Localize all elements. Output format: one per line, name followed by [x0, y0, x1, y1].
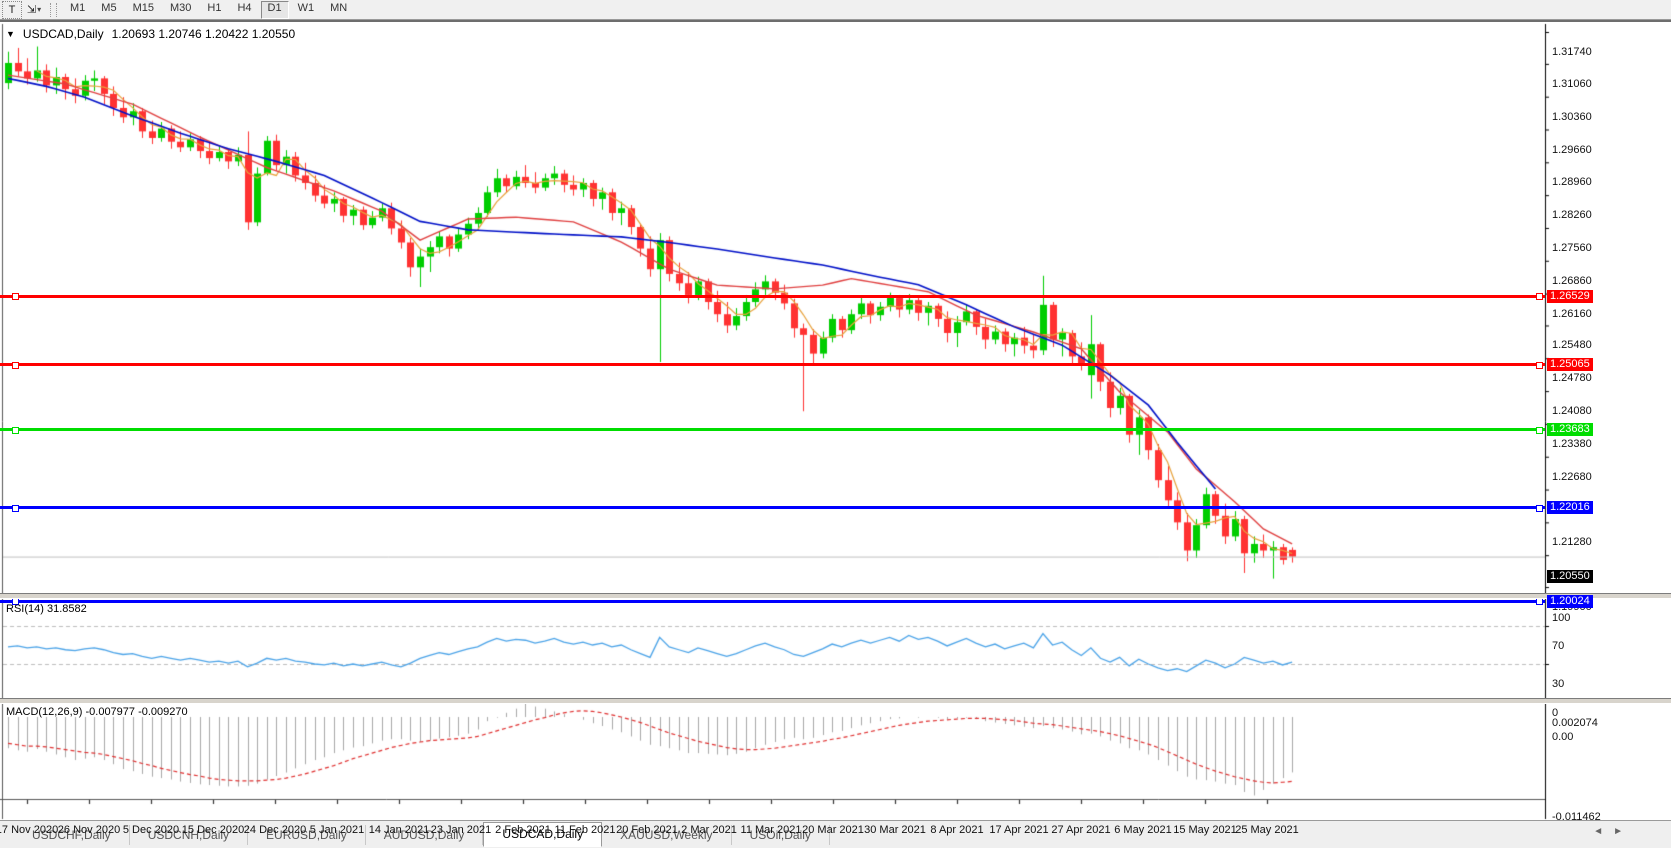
line-handle-left[interactable] — [12, 426, 19, 434]
scroll-right-icon[interactable]: ► — [1613, 826, 1633, 837]
macd-values: -0.007977 -0.009270 — [85, 706, 188, 718]
date-label: 30 Mar 2021 — [864, 824, 926, 836]
macd-label: MACD(12,26,9) -0.007977 -0.009270 — [6, 706, 188, 718]
macd-pane-divider[interactable] — [0, 698, 1671, 704]
chart-title: ▼ USDCAD,Daily 1.20693 1.20746 1.20422 1… — [6, 27, 295, 41]
horizontal-line-1.25065[interactable] — [0, 363, 1545, 367]
date-label: 20 Mar 2021 — [802, 824, 864, 836]
rsi-value: 31.8582 — [46, 603, 87, 615]
price-line-badge: 1.22016 — [1547, 501, 1593, 515]
symbol-dropdown-arrow-icon[interactable]: ▼ — [6, 29, 15, 39]
date-label: 20 Feb 2021 — [616, 824, 678, 836]
price-tick-label: 1.27560 — [1552, 241, 1592, 254]
ohlc-values: 1.20693 1.20746 1.20422 1.20550 — [111, 27, 296, 41]
price-tick-label: 1.23380 — [1552, 437, 1592, 450]
date-label: 26 Nov 2020 — [57, 824, 121, 836]
date-label: 2 Mar 2021 — [681, 824, 737, 836]
date-label: 17 Nov 2020 — [0, 824, 59, 836]
timeframe-button-m30[interactable]: M30 — [163, 1, 198, 19]
date-label: 23 Jan 2021 — [430, 824, 492, 836]
line-handle-right[interactable] — [1536, 361, 1543, 369]
price-line-badge: 1.25065 — [1547, 358, 1593, 372]
price-tick-label: 1.21280 — [1552, 536, 1592, 549]
price-tick-label: 1.25480 — [1552, 339, 1592, 352]
arrow-tools-icon: ⇲ — [26, 4, 37, 16]
timeframe-button-m5[interactable]: M5 — [94, 1, 123, 19]
date-label: 2 Feb 2021 — [495, 824, 551, 836]
rsi-pane-divider[interactable] — [0, 593, 1671, 599]
rsi-axis-100: 100 — [1552, 611, 1571, 624]
timeframe-button-d1[interactable]: D1 — [260, 0, 289, 19]
rsi-axis-70: 70 — [1552, 640, 1565, 652]
date-label: 17 Apr 2021 — [989, 824, 1049, 836]
timeframe-button-mn[interactable]: MN — [323, 1, 354, 19]
timeframe-button-h1[interactable]: H1 — [200, 1, 228, 19]
horizontal-line-1.23683[interactable] — [0, 428, 1545, 432]
current-price-badge: 1.20550 — [1547, 570, 1593, 584]
price-tick-label: 1.24780 — [1552, 372, 1592, 385]
date-label: 5 Dec 2020 — [122, 824, 180, 836]
price-tick-label: 1.28260 — [1552, 209, 1592, 222]
price-tick-label: 1.26160 — [1552, 307, 1592, 320]
price-tick-label: 1.24080 — [1552, 405, 1592, 418]
toolbar-separator — [50, 2, 57, 17]
price-tick-label: 1.30360 — [1552, 110, 1592, 123]
line-handle-right[interactable] — [1536, 598, 1543, 606]
horizontal-line-1.20024[interactable] — [0, 599, 1545, 603]
horizontal-line-1.26529[interactable] — [0, 294, 1545, 298]
arrow-tools-button[interactable]: ⇲ ▾ — [24, 1, 44, 19]
price-tick-label: 1.29660 — [1552, 143, 1592, 156]
line-handle-left[interactable] — [12, 504, 19, 512]
price-tick-label: 1.28960 — [1552, 176, 1592, 189]
price-tick-label: 1.31740 — [1552, 46, 1592, 58]
date-label: 15 May 2021 — [1173, 824, 1237, 836]
rsi-axis-30: 30 — [1552, 678, 1565, 690]
timeframe-toolbar: M1 M5 M15 M30 H1 H4 D1 W1 MN — [63, 0, 354, 19]
line-handle-right[interactable] — [1536, 426, 1543, 434]
line-handle-right[interactable] — [1536, 293, 1543, 301]
chart-window: ▼ USDCAD,Daily 1.20693 1.20746 1.20422 1… — [0, 20, 1671, 836]
price-line-badge: 1.26529 — [1547, 289, 1593, 303]
date-label: 25 May 2021 — [1235, 824, 1299, 836]
line-handle-left[interactable] — [12, 361, 19, 369]
price-tick-label: 1.22680 — [1552, 470, 1592, 483]
line-handle-right[interactable] — [1536, 504, 1543, 512]
price-tick-label: 1.26860 — [1552, 274, 1592, 287]
trading-terminal-window: T ⇲ ▾ M1 M5 M15 M30 H1 H4 D1 W1 MN ▼ USDCAD,Dail… — [0, 0, 1671, 848]
date-label: 5 Jan 2021 — [309, 824, 365, 836]
timeframe-button-w1[interactable]: W1 — [291, 1, 322, 19]
macd-axis-min: -0.011462 — [1552, 810, 1601, 823]
date-label: 27 Apr 2021 — [1051, 824, 1111, 836]
tab-scroll-arrows: ◄► — [1593, 826, 1633, 837]
symbol-title: USDCAD,Daily — [22, 27, 104, 41]
date-label: 6 May 2021 — [1114, 824, 1172, 836]
date-label: 11 Feb 2021 — [554, 824, 616, 836]
date-label: 15 Dec 2020 — [181, 824, 245, 836]
macd-axis-zero: 0.00 — [1552, 731, 1574, 743]
macd-axis-max: 0.002074 — [1552, 716, 1598, 729]
scroll-left-icon[interactable]: ◄ — [1593, 826, 1613, 837]
date-label: 8 Apr 2021 — [930, 824, 984, 836]
horizontal-line-1.22016[interactable] — [0, 506, 1545, 510]
rsi-label: RSI(14) 31.8582 — [6, 603, 87, 615]
chevron-down-icon[interactable]: ▾ — [37, 5, 41, 14]
date-label: 24 Dec 2020 — [243, 824, 307, 836]
top-toolbar: T ⇲ ▾ M1 M5 M15 M30 H1 H4 D1 W1 MN — [0, 0, 1671, 20]
timeframe-button-h4[interactable]: H4 — [230, 1, 258, 19]
line-handle-left[interactable] — [12, 293, 19, 301]
price-line-badge: 1.23683 — [1547, 423, 1593, 437]
text-tool-button[interactable]: T — [2, 0, 22, 19]
timeframe-button-m15[interactable]: M15 — [126, 1, 161, 19]
date-label: 14 Jan 2021 — [368, 824, 430, 836]
date-label: 11 Mar 2021 — [740, 824, 802, 836]
timeframe-button-m1[interactable]: M1 — [63, 1, 92, 19]
price-tick-label: 1.31060 — [1552, 77, 1592, 90]
price-line-badge: 1.20024 — [1547, 594, 1593, 608]
